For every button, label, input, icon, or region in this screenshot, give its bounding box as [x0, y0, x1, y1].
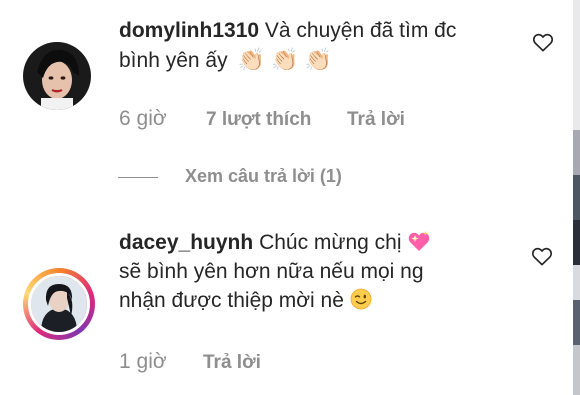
heart-outline-icon[interactable]	[531, 246, 553, 266]
comment-like-count[interactable]: 7 lượt thích	[206, 108, 311, 132]
comment-body: domylinh1310 Và chuyện đã tìm đc bình yê…	[119, 16, 539, 75]
sparkling-heart-emoji	[409, 231, 430, 251]
winking-face-emoji	[350, 288, 372, 310]
comment-text-line: Chúc mừng chị	[259, 231, 402, 254]
avatar[interactable]	[23, 42, 91, 110]
view-replies-button[interactable]: Xem câu trả lời (1)	[185, 166, 342, 187]
comment-username[interactable]: dacey_huynh	[119, 231, 253, 254]
comment-text-line: Và chuyện đã tìm đc	[264, 19, 457, 42]
avatar-story-ring[interactable]	[23, 268, 95, 340]
clapping-hands-emoji: 👏🏻 👏🏻 👏🏻	[237, 47, 332, 72]
comment-timestamp[interactable]: 6 giờ	[119, 107, 167, 131]
comment-timestamp[interactable]: 1 giờ	[119, 350, 167, 374]
reply-button[interactable]: Trả lời	[203, 351, 261, 375]
replies-divider	[118, 177, 158, 178]
comment-text-line: nhận được thiệp mời nè	[119, 289, 344, 312]
background-window-edge	[573, 0, 580, 395]
comment-username[interactable]: domylinh1310	[119, 19, 259, 42]
avatar[interactable]	[28, 273, 90, 335]
comment-text-line: sẽ bình yên hơn nữa nếu mọi ng	[119, 260, 424, 283]
reply-button[interactable]: Trả lời	[347, 108, 405, 132]
comment-body: dacey_huynh Chúc mừng chị sẽ bình yên hơ…	[119, 228, 529, 315]
comment-text-line: bình yên ấy	[119, 49, 228, 72]
heart-outline-icon[interactable]	[532, 32, 554, 52]
